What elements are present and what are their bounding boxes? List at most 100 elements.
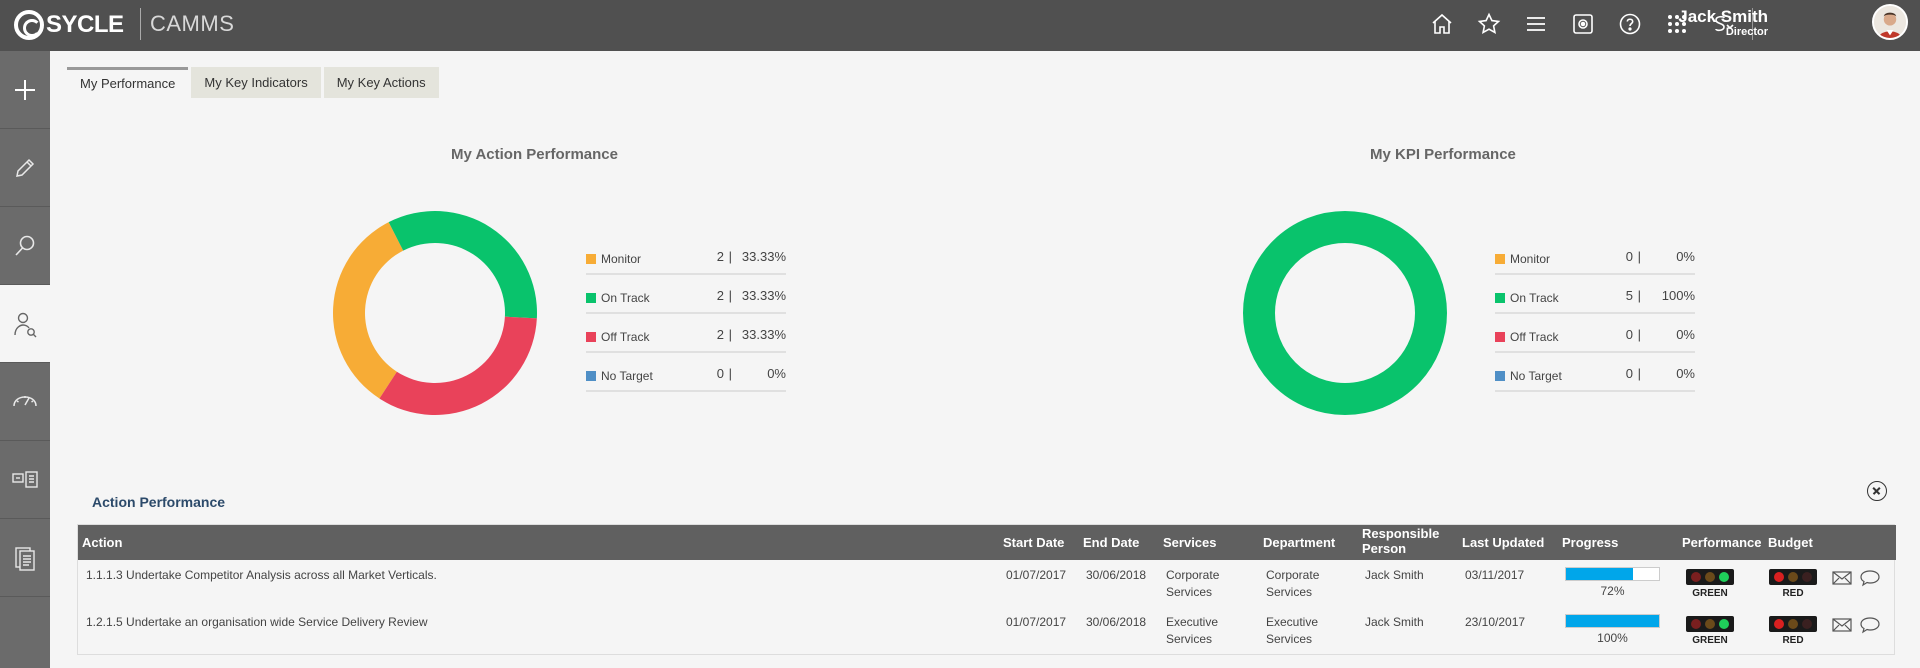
column-header-action[interactable]: Action	[82, 535, 122, 550]
department: Executive Services	[1266, 615, 1319, 646]
avatar[interactable]	[1872, 4, 1908, 40]
budget-status: RED	[1782, 635, 1804, 646]
legend-item-on-track: On Track 5 | 100%	[1495, 275, 1695, 314]
help-button[interactable]	[1606, 9, 1653, 39]
budget-traffic-light	[1769, 616, 1817, 632]
tab-my-key-indicators[interactable]: My Key Indicators	[191, 67, 321, 98]
sidebar-item-add[interactable]	[0, 51, 50, 129]
legend-swatch	[586, 332, 596, 342]
legend-item-on-track: On Track 2 | 33.33%	[586, 275, 786, 314]
budget-status: RED	[1782, 588, 1804, 599]
top-bar: SYCLE CAMMS Jack Smith Director	[0, 0, 1920, 51]
red-bulb	[1691, 572, 1701, 582]
tab-bar: My Performance My Key Indicators My Key …	[67, 67, 442, 98]
menu-icon	[1526, 17, 1545, 31]
sidebar-item-my-performance[interactable]	[0, 285, 50, 363]
amber-bulb	[1705, 572, 1715, 582]
red-bulb	[1691, 619, 1701, 629]
action-chart-legend: Monitor 2 | 33.33% On Track 2 | 33.33% O…	[586, 236, 786, 392]
sidebar-item-documents[interactable]	[0, 519, 50, 597]
donut-slice-on-track[interactable]	[388, 211, 537, 319]
column-header-progress[interactable]: Progress	[1562, 535, 1618, 550]
column-header-start-date[interactable]: Start Date	[1003, 535, 1064, 550]
legend-separator: |	[728, 327, 732, 342]
email-icon[interactable]	[1832, 569, 1852, 587]
legend-percent: 33.33%	[741, 288, 786, 303]
legend-count: 5	[1625, 288, 1633, 303]
sycle-logo[interactable]: SYCLE	[14, 9, 124, 41]
legend-percent: 0%	[767, 366, 786, 381]
end-date: 30/06/2018	[1086, 568, 1147, 582]
donut-slice-monitor[interactable]	[333, 222, 404, 399]
plus-icon	[15, 79, 35, 100]
legend-separator: |	[728, 366, 732, 381]
column-header-budget[interactable]: Budget	[1768, 535, 1813, 550]
column-header-responsible-person[interactable]: Responsible Person	[1362, 526, 1442, 556]
amber-bulb	[1705, 619, 1715, 629]
table-row[interactable]: 1.2.1.5 Undertake an organisation wide S…	[78, 607, 1896, 654]
legend-swatch	[1495, 332, 1505, 342]
legend-swatch	[586, 254, 596, 264]
close-section-button[interactable]	[1867, 481, 1887, 501]
logo-text: SYCLE	[46, 11, 124, 38]
legend-count: 0	[1625, 366, 1633, 381]
comment-icon[interactable]	[1860, 569, 1880, 587]
sidebar-item-reports[interactable]	[0, 441, 50, 519]
legend-swatch	[1495, 371, 1505, 381]
action-name[interactable]: 1.1.1.3 Undertake Competitor Analysis ac…	[86, 567, 437, 584]
legend-label: No Target	[1510, 369, 1562, 383]
home-button[interactable]	[1418, 9, 1465, 39]
email-icon[interactable]	[1832, 616, 1852, 634]
column-header-performance[interactable]: Performance	[1682, 535, 1761, 550]
tab-my-performance[interactable]: My Performance	[67, 67, 189, 98]
legend-item-no-target: No Target 0 | 0%	[586, 353, 786, 392]
legend-percent: 100%	[1661, 288, 1695, 303]
sidebar-item-search[interactable]	[0, 207, 50, 285]
legend-swatch	[586, 371, 596, 381]
gauge-icon	[13, 395, 37, 406]
home-icon	[1431, 13, 1452, 34]
user-name[interactable]: Jack Smith	[1678, 7, 1768, 27]
start-date: 01/07/2017	[1006, 615, 1067, 629]
amber-bulb	[1788, 572, 1798, 582]
progress-text: 100%	[1597, 631, 1628, 645]
action-name[interactable]: 1.2.1.5 Undertake an organisation wide S…	[86, 614, 428, 631]
sidebar-item-edit[interactable]	[0, 129, 50, 207]
red-bulb	[1774, 572, 1784, 582]
progress-fill	[1566, 615, 1659, 627]
green-bulb	[1719, 572, 1729, 582]
donut-slice-on-track[interactable]	[1243, 211, 1447, 415]
favorites-button[interactable]	[1465, 9, 1512, 39]
red-bulb	[1774, 619, 1784, 629]
menu-button[interactable]	[1512, 9, 1559, 39]
settings-button[interactable]	[1559, 9, 1606, 39]
performance-traffic-light	[1686, 616, 1734, 632]
end-date: 30/06/2018	[1086, 615, 1147, 629]
legend-separator: |	[728, 288, 732, 303]
budget-traffic-light	[1769, 569, 1817, 585]
app-name: CAMMS	[150, 11, 235, 36]
tab-my-key-actions[interactable]: My Key Actions	[323, 67, 439, 98]
column-header-last-updated[interactable]: Last Updated	[1462, 535, 1544, 550]
legend-count: 2	[716, 249, 724, 264]
responsible-person: Jack Smith	[1365, 615, 1424, 629]
progress-fill	[1566, 568, 1633, 580]
legend-item-no-target: No Target 0 | 0%	[1495, 353, 1695, 392]
action-performance-table: Action Start Date End Date Services Depa…	[77, 524, 1896, 655]
column-header-services[interactable]: Services	[1163, 535, 1217, 550]
legend-percent: 0%	[1676, 327, 1695, 342]
amber-bulb	[1788, 619, 1798, 629]
sidebar-item-dashboard[interactable]	[0, 363, 50, 441]
sidebar	[0, 51, 50, 668]
legend-label: On Track	[601, 291, 650, 305]
kpi-chart-title: My KPI Performance	[1370, 146, 1516, 163]
column-header-department[interactable]: Department	[1263, 535, 1335, 550]
donut-slice-off-track[interactable]	[379, 316, 537, 415]
action-performance-title: Action Performance	[92, 494, 226, 510]
table-row[interactable]: 1.1.1.3 Undertake Competitor Analysis ac…	[78, 560, 1896, 607]
settings-icon	[1572, 14, 1593, 34]
column-header-end-date[interactable]: End Date	[1083, 535, 1139, 550]
help-icon	[1619, 13, 1640, 35]
legend-count: 0	[1625, 327, 1633, 342]
comment-icon[interactable]	[1860, 616, 1880, 634]
